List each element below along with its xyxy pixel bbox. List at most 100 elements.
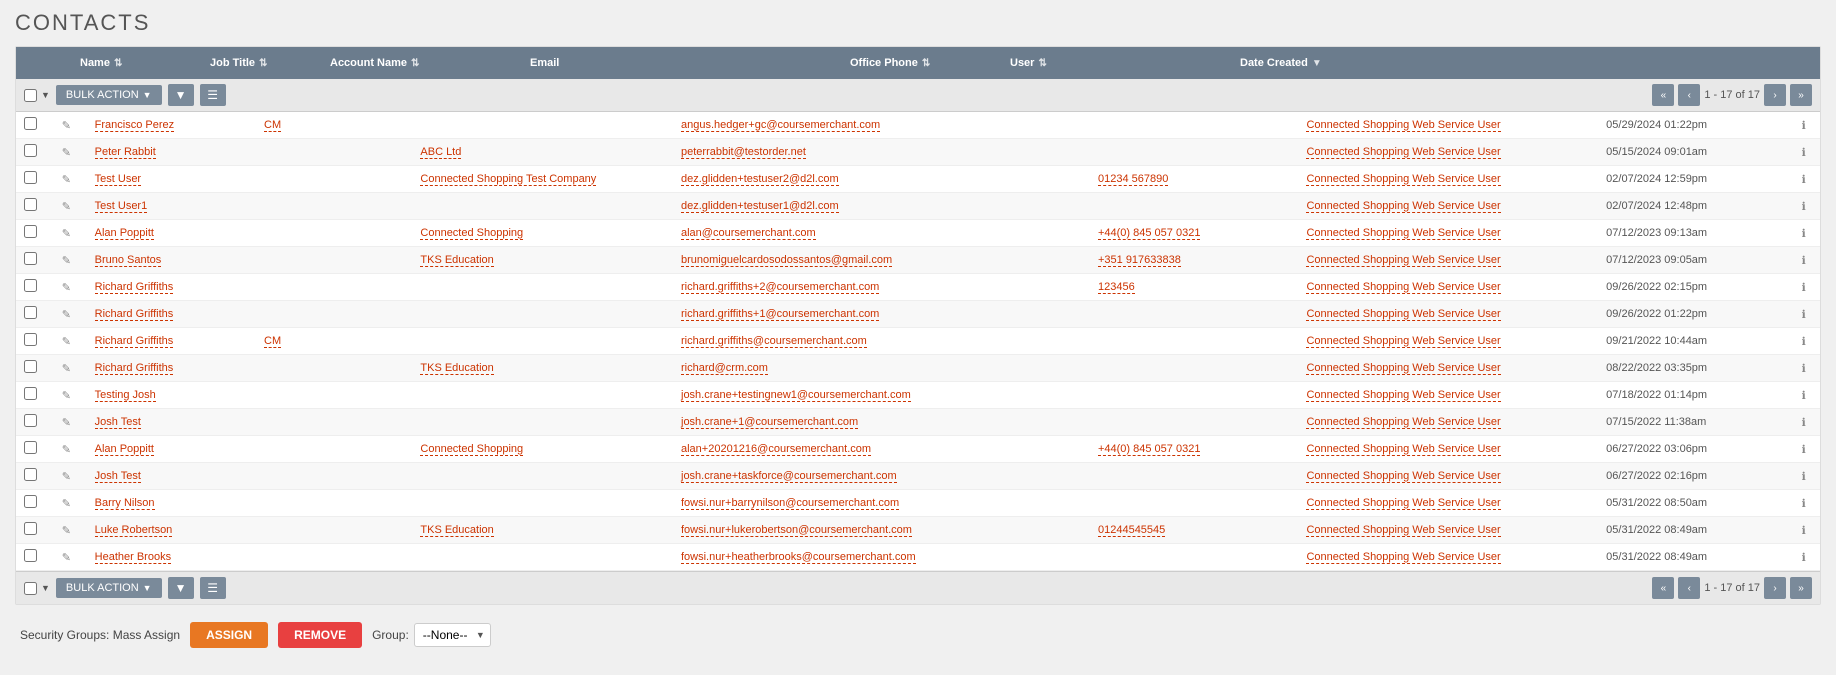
- bulk-action-bottom-button[interactable]: BULK ACTION ▼: [56, 578, 162, 598]
- info-icon-16[interactable]: ℹ: [1802, 552, 1806, 564]
- jobtitle-link-0[interactable]: CM: [264, 119, 281, 132]
- phone-link-2[interactable]: 01234 567890: [1098, 173, 1168, 186]
- contact-name-link-8[interactable]: Richard Griffiths: [95, 335, 174, 348]
- edit-icon-5[interactable]: ✎: [62, 255, 71, 267]
- contact-name-link-16[interactable]: Heather Brooks: [95, 551, 171, 564]
- row-checkbox-8[interactable]: [24, 333, 37, 346]
- email-link-10[interactable]: josh.crane+testingnew1@coursemerchant.co…: [681, 389, 911, 402]
- account-link-2[interactable]: Connected Shopping Test Company: [420, 173, 596, 186]
- account-link-9[interactable]: TKS Education: [420, 362, 493, 375]
- edit-icon-10[interactable]: ✎: [62, 390, 71, 402]
- edit-icon-2[interactable]: ✎: [62, 174, 71, 186]
- user-link-15[interactable]: Connected Shopping Web Service User: [1306, 524, 1500, 537]
- user-link-16[interactable]: Connected Shopping Web Service User: [1306, 551, 1500, 564]
- contact-name-link-2[interactable]: Test User: [95, 173, 141, 186]
- info-icon-14[interactable]: ℹ: [1802, 498, 1806, 510]
- col-header-name[interactable]: Name ⇅: [72, 47, 202, 79]
- col-header-user[interactable]: User ⇅: [1002, 47, 1232, 79]
- next-page-button[interactable]: ›: [1764, 84, 1786, 106]
- row-checkbox-5[interactable]: [24, 252, 37, 265]
- group-select[interactable]: --None--: [414, 623, 491, 647]
- first-page-bottom-button[interactable]: «: [1652, 577, 1674, 599]
- edit-icon-1[interactable]: ✎: [62, 147, 71, 159]
- info-icon-15[interactable]: ℹ: [1802, 525, 1806, 537]
- row-checkbox-1[interactable]: [24, 144, 37, 157]
- user-link-13[interactable]: Connected Shopping Web Service User: [1306, 470, 1500, 483]
- columns-button[interactable]: ☰: [200, 84, 226, 106]
- user-link-1[interactable]: Connected Shopping Web Service User: [1306, 146, 1500, 159]
- row-checkbox-3[interactable]: [24, 198, 37, 211]
- info-icon-6[interactable]: ℹ: [1802, 282, 1806, 294]
- col-header-phone[interactable]: Office Phone ⇅: [842, 47, 1002, 79]
- first-page-button[interactable]: «: [1652, 84, 1674, 106]
- filter-bottom-button[interactable]: ▼: [168, 577, 194, 599]
- email-link-2[interactable]: dez.glidden+testuser2@d2l.com: [681, 173, 839, 186]
- info-icon-11[interactable]: ℹ: [1802, 417, 1806, 429]
- filter-button[interactable]: ▼: [168, 84, 194, 106]
- user-link-5[interactable]: Connected Shopping Web Service User: [1306, 254, 1500, 267]
- account-link-5[interactable]: TKS Education: [420, 254, 493, 267]
- contact-name-link-5[interactable]: Bruno Santos: [95, 254, 162, 267]
- email-link-12[interactable]: alan+20201216@coursemerchant.com: [681, 443, 871, 456]
- edit-icon-12[interactable]: ✎: [62, 444, 71, 456]
- email-link-14[interactable]: fowsi.nur+barrynilson@coursemerchant.com: [681, 497, 899, 510]
- col-header-account[interactable]: Account Name ⇅: [322, 47, 522, 79]
- prev-page-button[interactable]: ‹: [1678, 84, 1700, 106]
- col-header-date[interactable]: Date Created ▼: [1232, 47, 1820, 79]
- info-icon-8[interactable]: ℹ: [1802, 336, 1806, 348]
- row-checkbox-0[interactable]: [24, 117, 37, 130]
- info-icon-4[interactable]: ℹ: [1802, 228, 1806, 240]
- row-checkbox-7[interactable]: [24, 306, 37, 319]
- row-checkbox-4[interactable]: [24, 225, 37, 238]
- info-icon-12[interactable]: ℹ: [1802, 444, 1806, 456]
- row-checkbox-2[interactable]: [24, 171, 37, 184]
- contact-name-link-6[interactable]: Richard Griffiths: [95, 281, 174, 294]
- contact-name-link-9[interactable]: Richard Griffiths: [95, 362, 174, 375]
- select-all-checkbox[interactable]: [24, 89, 37, 102]
- contact-name-link-0[interactable]: Francisco Perez: [95, 119, 174, 132]
- edit-icon-16[interactable]: ✎: [62, 552, 71, 564]
- prev-page-bottom-button[interactable]: ‹: [1678, 577, 1700, 599]
- user-link-4[interactable]: Connected Shopping Web Service User: [1306, 227, 1500, 240]
- email-link-3[interactable]: dez.glidden+testuser1@d2l.com: [681, 200, 839, 213]
- phone-link-6[interactable]: 123456: [1098, 281, 1135, 294]
- email-link-5[interactable]: brunomiguelcardosodossantos@gmail.com: [681, 254, 892, 267]
- user-link-3[interactable]: Connected Shopping Web Service User: [1306, 200, 1500, 213]
- edit-icon-6[interactable]: ✎: [62, 282, 71, 294]
- row-checkbox-16[interactable]: [24, 549, 37, 562]
- row-checkbox-13[interactable]: [24, 468, 37, 481]
- edit-icon-14[interactable]: ✎: [62, 498, 71, 510]
- phone-link-4[interactable]: +44(0) 845 057 0321: [1098, 227, 1200, 240]
- checkbox-dropdown-icon[interactable]: ▼: [41, 90, 50, 100]
- info-icon-5[interactable]: ℹ: [1802, 255, 1806, 267]
- last-page-button[interactable]: »: [1790, 84, 1812, 106]
- user-link-9[interactable]: Connected Shopping Web Service User: [1306, 362, 1500, 375]
- email-link-6[interactable]: richard.griffiths+2@coursemerchant.com: [681, 281, 879, 294]
- edit-icon-11[interactable]: ✎: [62, 417, 71, 429]
- checkbox-bottom-dropdown-icon[interactable]: ▼: [41, 583, 50, 593]
- user-link-11[interactable]: Connected Shopping Web Service User: [1306, 416, 1500, 429]
- contact-name-link-15[interactable]: Luke Robertson: [95, 524, 173, 537]
- user-link-8[interactable]: Connected Shopping Web Service User: [1306, 335, 1500, 348]
- remove-button[interactable]: REMOVE: [278, 622, 362, 648]
- email-link-0[interactable]: angus.hedger+gc@coursemerchant.com: [681, 119, 880, 132]
- info-icon-1[interactable]: ℹ: [1802, 147, 1806, 159]
- email-link-11[interactable]: josh.crane+1@coursemerchant.com: [681, 416, 858, 429]
- email-link-15[interactable]: fowsi.nur+lukerobertson@coursemerchant.c…: [681, 524, 912, 537]
- user-link-0[interactable]: Connected Shopping Web Service User: [1306, 119, 1500, 132]
- info-icon-10[interactable]: ℹ: [1802, 390, 1806, 402]
- info-icon-3[interactable]: ℹ: [1802, 201, 1806, 213]
- edit-icon-3[interactable]: ✎: [62, 201, 71, 213]
- row-checkbox-6[interactable]: [24, 279, 37, 292]
- email-link-13[interactable]: josh.crane+taskforce@coursemerchant.com: [681, 470, 897, 483]
- user-link-10[interactable]: Connected Shopping Web Service User: [1306, 389, 1500, 402]
- info-icon-13[interactable]: ℹ: [1802, 471, 1806, 483]
- row-checkbox-10[interactable]: [24, 387, 37, 400]
- columns-bottom-button[interactable]: ☰: [200, 577, 226, 599]
- user-link-7[interactable]: Connected Shopping Web Service User: [1306, 308, 1500, 321]
- row-checkbox-9[interactable]: [24, 360, 37, 373]
- edit-icon-4[interactable]: ✎: [62, 228, 71, 240]
- email-link-8[interactable]: richard.griffiths@coursemerchant.com: [681, 335, 867, 348]
- edit-icon-15[interactable]: ✎: [62, 525, 71, 537]
- edit-icon-13[interactable]: ✎: [62, 471, 71, 483]
